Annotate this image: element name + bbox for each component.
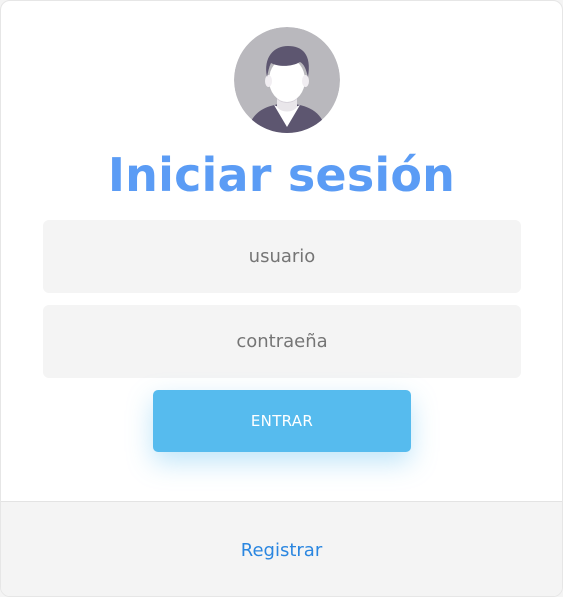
login-button[interactable]: ENTRAR bbox=[153, 390, 411, 452]
password-input[interactable] bbox=[43, 305, 521, 378]
register-link[interactable]: Registrar bbox=[1, 538, 562, 564]
login-card: Iniciar sesión ENTRAR Registrar bbox=[0, 0, 563, 597]
username-input[interactable] bbox=[43, 220, 521, 293]
user-avatar-icon bbox=[234, 27, 340, 133]
page-title: Iniciar sesión bbox=[107, 148, 456, 202]
card-footer: Registrar bbox=[1, 501, 562, 596]
